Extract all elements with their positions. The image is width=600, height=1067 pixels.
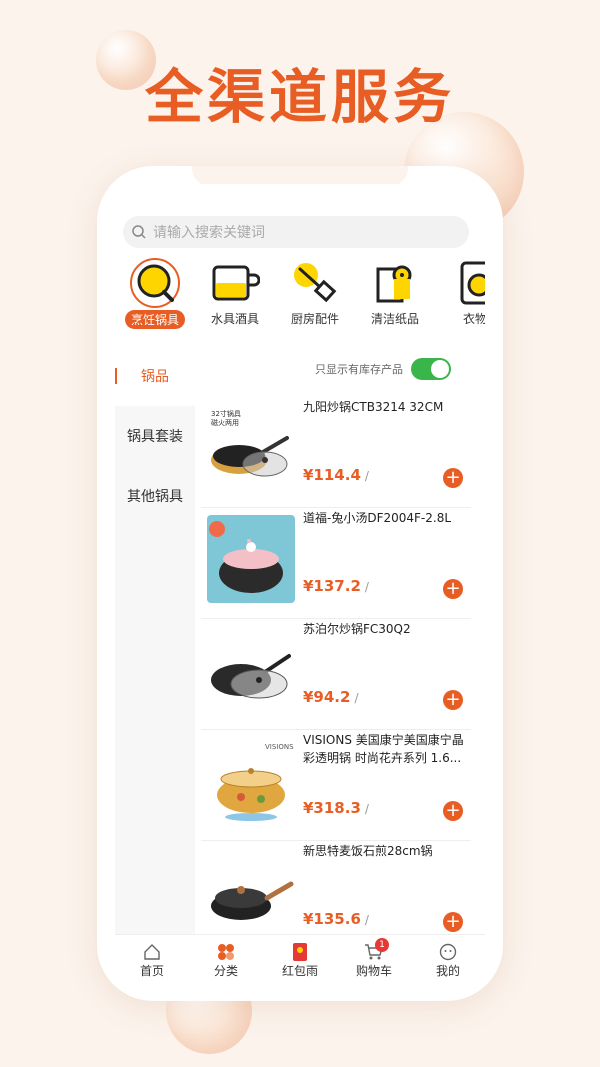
sidebar-item-pot-sets[interactable]: 锅具套装: [115, 406, 195, 466]
cart-badge: 1: [375, 938, 389, 952]
category-strip: 烹饪锅具 水具酒具 厨房配件 清洁纸品 衣物: [115, 258, 485, 348]
category-label: 水具酒具: [210, 312, 259, 326]
product-price: ¥135.6/: [303, 910, 369, 928]
product-image: [207, 626, 295, 714]
sidebar: 锅品 锅具套装 其他锅具: [115, 346, 195, 946]
add-to-cart-button[interactable]: +: [443, 912, 463, 932]
headline: 全渠道服务: [144, 63, 455, 131]
product-image: VISIONS: [207, 737, 295, 825]
category-label: 清洁纸品: [370, 312, 419, 326]
profile-icon: [439, 943, 457, 960]
tab-profile[interactable]: 我的: [411, 935, 485, 984]
category-clothing[interactable]: 衣物: [435, 258, 485, 327]
search-bar[interactable]: 请输入搜索关键词: [123, 216, 469, 248]
category-label: 烹饪锅具: [124, 310, 185, 329]
product-list: 32寸锅具 磁火两用 九阳炒锅CTB3214 32CM ¥114.4/ + 道福…: [201, 396, 471, 956]
product-image-caption: 32寸锅具: [211, 409, 241, 418]
category-label: 厨房配件: [290, 312, 339, 326]
tab-red-envelope[interactable]: 红包雨: [263, 935, 337, 984]
washer-icon: [460, 261, 485, 305]
product-price: ¥114.4/: [303, 466, 369, 484]
category-icon: [218, 943, 234, 960]
search-icon: [132, 225, 146, 239]
category-paper[interactable]: 清洁纸品: [355, 258, 435, 327]
stock-filter-toggle[interactable]: [411, 358, 451, 380]
home-icon: [144, 943, 160, 960]
brand-logo: VISIONS: [265, 743, 294, 751]
product-card[interactable]: VISIONS VISIONS 美国康宁美国康宁晶彩透明锅 时尚花卉系列 1.6…: [201, 729, 471, 841]
tab-home[interactable]: 首页: [115, 935, 189, 984]
tab-label: 首页: [139, 963, 164, 978]
product-price: ¥318.3/: [303, 799, 369, 817]
sidebar-item-other-pots[interactable]: 其他锅具: [115, 466, 195, 526]
sidebar-item-label: 锅具套装: [127, 429, 183, 445]
red-envelope-icon: [293, 942, 307, 961]
sidebar-item-pots[interactable]: 锅品: [115, 346, 195, 406]
sidebar-item-label: 锅品: [141, 369, 169, 385]
stock-filter-label: 只显示有库存产品: [315, 363, 403, 376]
app-screen: 请输入搜索关键词 烹饪锅具 水具酒具 厨房配件 清洁纸品 衣物 锅品 锅具套装 …: [115, 184, 485, 984]
cup-icon: [212, 265, 260, 301]
category-drinkware[interactable]: 水具酒具: [195, 258, 275, 327]
add-to-cart-button[interactable]: +: [443, 468, 463, 488]
phone-frame: 请输入搜索关键词 烹饪锅具 水具酒具 厨房配件 清洁纸品 衣物 锅品 锅具套装 …: [97, 166, 503, 1001]
sidebar-item-label: 其他锅具: [127, 489, 183, 505]
tab-label: 红包雨: [281, 963, 318, 978]
tab-label: 我的: [435, 963, 460, 978]
add-to-cart-button[interactable]: +: [443, 579, 463, 599]
tab-cart[interactable]: 购物车 1: [337, 935, 411, 984]
product-card[interactable]: 苏泊尔炒锅FC30Q2 ¥94.2/ +: [201, 618, 471, 730]
add-to-cart-button[interactable]: +: [443, 690, 463, 710]
product-price: ¥94.2/: [303, 688, 359, 706]
product-image: [207, 848, 295, 936]
tab-label: 购物车: [355, 963, 392, 978]
product-title: 新思特麦饭石煎28cm锅: [303, 844, 433, 858]
product-image: [207, 515, 295, 603]
search-placeholder: 请输入搜索关键词: [153, 225, 265, 241]
tab-category[interactable]: 分类: [189, 935, 263, 984]
tissue-roll-icon: [376, 265, 412, 303]
product-title: 道福-兔小汤DF2004F-2.8L: [303, 511, 452, 525]
product-price: ¥137.2/: [303, 577, 369, 595]
category-label: 衣物: [462, 312, 485, 326]
bottom-tab-bar: 首页 分类 红包雨 购物车 1 我的: [115, 934, 485, 984]
phone-notch: [192, 166, 408, 186]
product-card[interactable]: 32寸锅具 磁火两用 九阳炒锅CTB3214 32CM ¥114.4/ +: [201, 396, 471, 508]
product-title: VISIONS 美国康宁美国康宁晶彩透明锅 时尚花卉系列 1.6...: [303, 733, 464, 765]
product-title: 九阳炒锅CTB3214 32CM: [303, 400, 444, 414]
product-card[interactable]: 道福-兔小汤DF2004F-2.8L ¥137.2/ +: [201, 507, 471, 619]
pan-icon: [130, 258, 180, 308]
svg-text:磁火两用: 磁火两用: [211, 418, 239, 427]
category-kitchen-accessories[interactable]: 厨房配件: [275, 258, 355, 327]
tab-label: 分类: [213, 963, 238, 978]
product-image: 32寸锅具 磁火两用: [207, 404, 295, 492]
product-title: 苏泊尔炒锅FC30Q2: [303, 622, 411, 636]
stock-filter: 只显示有库存产品: [315, 358, 451, 380]
add-to-cart-button[interactable]: +: [443, 801, 463, 821]
category-cookware[interactable]: 烹饪锅具: [115, 258, 195, 329]
spatula-icon: [294, 263, 337, 303]
